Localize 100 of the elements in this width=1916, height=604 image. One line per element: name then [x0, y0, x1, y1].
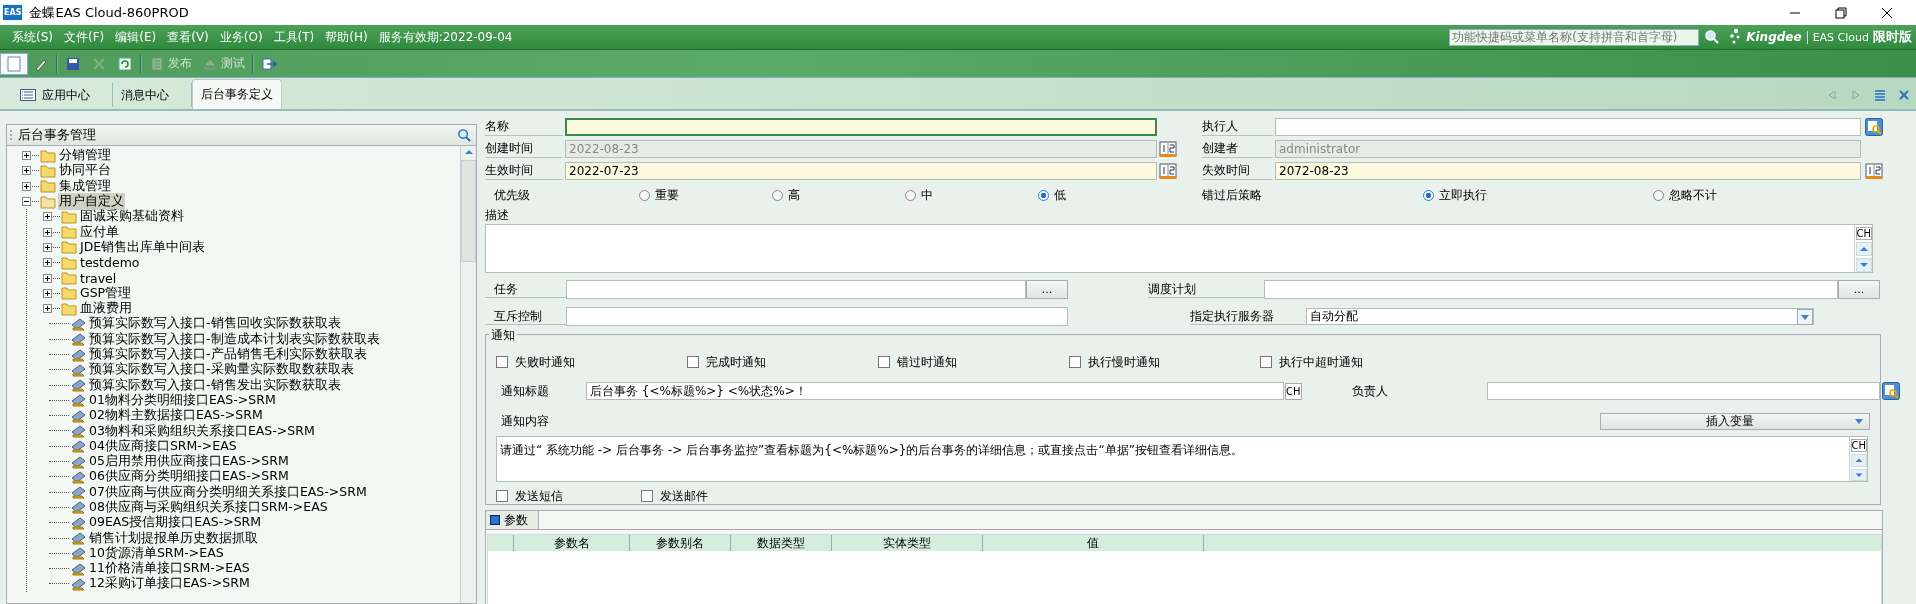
tree-item[interactable]: 集成管理	[58, 177, 112, 195]
close-icon[interactable]	[1898, 89, 1910, 101]
input-field[interactable]	[1275, 118, 1861, 136]
checkbox-label: 错过时通知	[897, 353, 957, 371]
menu-item[interactable]: 文件(F)	[64, 28, 105, 46]
expand-icon[interactable]	[22, 181, 31, 191]
quick-search-field[interactable]: 功能快捷码或菜单名称(支持拼音和首字母)	[1449, 28, 1700, 46]
input-field[interactable]	[566, 307, 1068, 326]
document-icon	[6, 55, 22, 72]
column-header[interactable]: 实体类型	[832, 535, 983, 551]
tab[interactable]: 后台事务定义	[192, 79, 282, 109]
tree-item[interactable]: 预算实际数写入接口-制造成本计划表实际数获取表	[88, 330, 381, 348]
radio-label: 高	[788, 186, 800, 204]
dropdown[interactable]: 自动分配	[1306, 308, 1814, 325]
tree-item[interactable]: 应付单	[79, 223, 120, 241]
tree-item[interactable]: 12采购订单接口EAS->SRM	[88, 575, 251, 593]
menu-item[interactable]: 系统(S)	[12, 28, 53, 46]
task-icon	[70, 424, 86, 438]
tree-item[interactable]: 06供应商分类明细接口EAS->SRM	[88, 468, 290, 486]
radio-button[interactable]	[905, 189, 916, 201]
search-icon[interactable]	[1704, 29, 1721, 45]
calendar-icon[interactable]	[1159, 140, 1177, 158]
column-header[interactable]: 参数别名	[630, 535, 731, 551]
expand-icon[interactable]	[43, 304, 52, 314]
search-icon[interactable]	[457, 127, 472, 143]
input-field[interactable]	[566, 280, 1026, 299]
insert-variable-button[interactable]: 插入变量	[1600, 412, 1870, 430]
tree-item[interactable]: 03物料和采购组织关系接口EAS->SRM	[88, 422, 316, 440]
language-button[interactable]: CH	[1285, 382, 1302, 400]
column-header[interactable]: 数据类型	[731, 535, 832, 551]
tree-item[interactable]: travel	[79, 270, 118, 286]
menu-item[interactable]: 业务(O)	[219, 28, 263, 46]
tree-item[interactable]: 07供应商与供应商分类明细关系接口EAS->SRM	[88, 483, 368, 501]
tree-item[interactable]: JDE销售出库单中间表	[79, 238, 207, 256]
task-icon	[70, 454, 86, 469]
checkbox[interactable]	[1260, 356, 1272, 368]
task-icon	[70, 576, 86, 591]
input-field[interactable]: 2072-08-23	[1275, 162, 1861, 180]
expand-icon[interactable]	[22, 166, 31, 176]
checkbox[interactable]	[496, 356, 508, 368]
panel-tab[interactable]: 参数	[486, 511, 539, 529]
radio-button[interactable]	[1653, 189, 1665, 201]
checkbox[interactable]	[878, 356, 890, 368]
menu-item[interactable]: 帮助(H)	[325, 28, 368, 46]
menu-item[interactable]: 查看(V)	[167, 28, 209, 46]
expand-icon[interactable]	[22, 151, 31, 161]
tree-item[interactable]: 10货源清单SRM->EAS	[88, 544, 225, 562]
calendar-icon[interactable]	[1865, 162, 1883, 180]
expand-icon[interactable]	[43, 258, 52, 268]
tree-item[interactable]: 08供应商与采购组织关系接口SRM->EAS	[88, 499, 329, 516]
new-button[interactable]	[0, 52, 28, 75]
checkbox[interactable]	[687, 356, 699, 368]
tree-item[interactable]: 固诚采购基础资料	[79, 208, 185, 226]
tree-item[interactable]: testdemo	[79, 255, 141, 271]
scrollbar[interactable]	[460, 146, 476, 603]
tree-item[interactable]: GSP管理	[79, 284, 133, 302]
tree-item[interactable]: 预算实际数写入接口-采购量实际数取数获取表	[88, 361, 355, 379]
tree-item[interactable]: 04供应商接口SRM->EAS	[88, 437, 238, 455]
tree-item[interactable]: 预算实际数写入接口-产品销售毛利实际数获取表	[88, 346, 368, 363]
input-field[interactable]: 2022-07-23	[565, 162, 1157, 180]
brand-name: Kingdee	[1746, 30, 1802, 44]
tree-item[interactable]: 预算实际数写入接口-销售发出实际数获取表	[88, 376, 342, 394]
input-field[interactable]	[1264, 280, 1838, 299]
tree-item[interactable]: 协同平台	[58, 162, 112, 180]
browse-button[interactable]: ...	[1838, 280, 1880, 299]
scrollbar-thumb[interactable]	[461, 160, 476, 262]
tree-item[interactable]: 02物料主数据接口EAS->SRM	[88, 407, 264, 425]
checkbox[interactable]	[1069, 356, 1081, 368]
menu-item[interactable]: 工具(T)	[273, 28, 315, 46]
lookup-icon[interactable]	[1881, 382, 1900, 400]
checkbox[interactable]	[641, 490, 653, 502]
tree-item[interactable]: 01物料分类明细接口EAS->SRM	[88, 391, 277, 409]
input-field[interactable]: 后台事务 {<%标题%>} <%状态%>！	[586, 382, 1284, 400]
folder-icon	[61, 225, 77, 240]
column-header[interactable]: 参数名	[514, 535, 630, 551]
column-header[interactable]: 值	[983, 535, 1204, 551]
checkbox[interactable]	[496, 490, 508, 502]
input-field[interactable]	[1486, 382, 1880, 400]
collapse-icon[interactable]	[22, 197, 31, 207]
menu-item[interactable]: 编辑(E)	[115, 28, 157, 46]
expand-icon[interactable]	[43, 288, 52, 298]
radio-button[interactable]	[1038, 189, 1049, 201]
radio-button[interactable]	[1423, 189, 1435, 201]
checkbox-label: 执行中超时通知	[1279, 353, 1363, 371]
tree-item[interactable]: 预算实际数写入接口-销售回收实际数获取表	[88, 315, 342, 333]
expand-icon[interactable]	[43, 273, 52, 283]
tree-item[interactable]: 销售计划提报单历史数据抓取	[88, 529, 259, 547]
dropdown-value: 自动分配	[1310, 308, 1358, 325]
browse-button[interactable]: ...	[1026, 280, 1068, 299]
expand-icon[interactable]	[43, 212, 52, 222]
radio-button[interactable]	[772, 189, 783, 201]
lookup-icon[interactable]	[1865, 118, 1883, 136]
tree-item[interactable]: 09EAS授信期接口EAS->SRM	[88, 514, 263, 532]
radio-button[interactable]	[639, 189, 650, 201]
tab[interactable]: 应用中心	[12, 83, 113, 107]
expand-icon[interactable]	[43, 242, 52, 252]
expand-icon[interactable]	[43, 227, 52, 237]
calendar-icon[interactable]	[1159, 162, 1177, 180]
list-icon[interactable]	[1874, 89, 1886, 101]
input-field[interactable]	[565, 118, 1157, 136]
